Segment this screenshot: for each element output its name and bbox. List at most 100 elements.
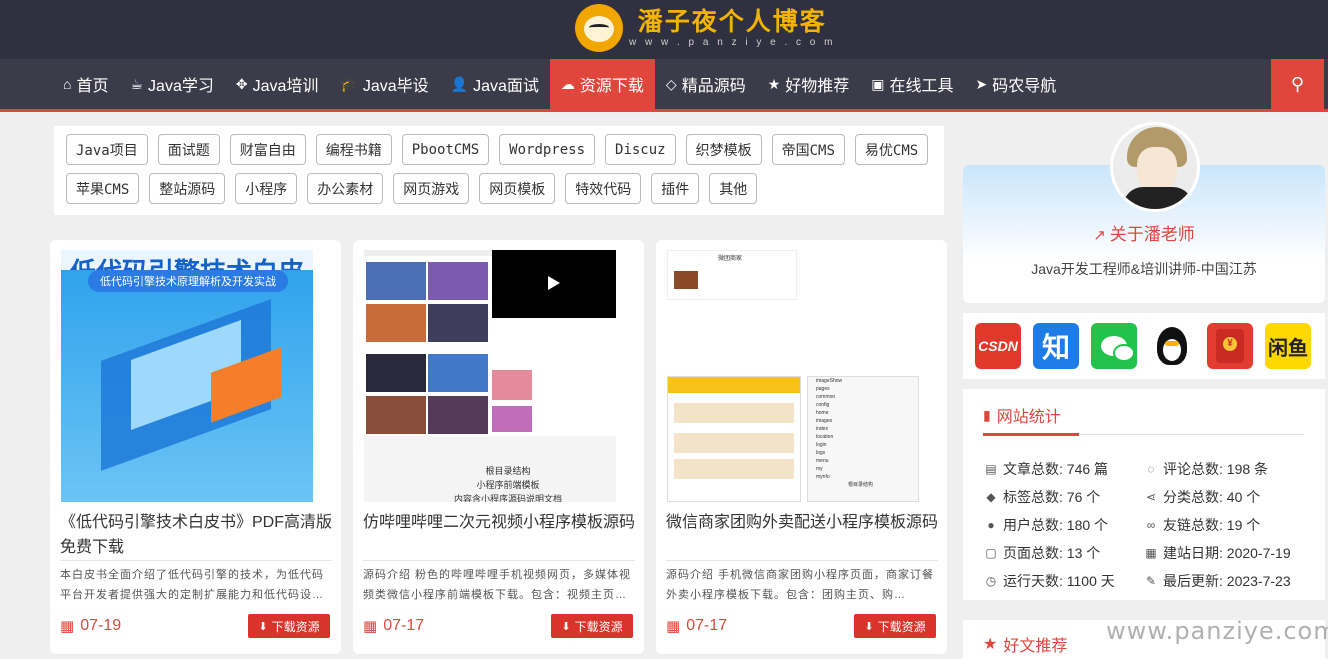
tag-full-site-source[interactable]: 整站源码 xyxy=(149,173,226,204)
nav-item-premium-source[interactable]: ◇ 精品源码 xyxy=(655,59,757,109)
external-link-icon: ↗ xyxy=(1093,227,1106,244)
stats-heading: ▮ 网站统计 xyxy=(983,406,1061,427)
nav-item-java-training[interactable]: ✥ Java培训 xyxy=(225,59,330,109)
star-icon: ★ xyxy=(767,75,781,92)
download-icon: ⬇ xyxy=(864,620,874,633)
tag-discuz[interactable]: Discuz xyxy=(605,134,676,165)
watermark: www.panziye.com xyxy=(1106,617,1328,645)
card-excerpt: 源码介绍 手机微信商家团购小程序页面，商家订餐外卖小程序模板下载。包含：团购主页… xyxy=(666,569,935,601)
card-date: ▦ 07-17 xyxy=(666,617,728,635)
tag-effect-code[interactable]: 特效代码 xyxy=(565,173,642,204)
thumb-caption: 根目录结构 小程序前端模板 内容含小程序源码说明文档 xyxy=(454,466,563,502)
about-link[interactable]: ↗ 关于潘老师 xyxy=(963,220,1325,245)
nav-item-java-interview[interactable]: 👤 Java面试 xyxy=(440,59,550,109)
download-button[interactable]: ⬇ 下载资源 xyxy=(551,614,633,638)
briefcase-icon: ▣ xyxy=(871,75,885,92)
tag-java-projects[interactable]: Java项目 xyxy=(66,134,148,165)
stat-item: ▢ 页面总数: 13 个 xyxy=(983,543,1100,563)
tag-empire-cms[interactable]: 帝国CMS xyxy=(771,134,845,165)
graduation-cap-icon: 🎓 xyxy=(340,75,358,92)
users-icon: ● xyxy=(987,518,995,532)
tag-mini-program[interactable]: 小程序 xyxy=(235,173,298,204)
file-tree: imageShow pages common config home image… xyxy=(807,376,919,502)
recommend-heading: ★ 好文推荐 xyxy=(983,636,1068,655)
divider xyxy=(363,560,635,561)
nav-item-java-graduation[interactable]: 🎓 Java毕设 xyxy=(329,59,439,109)
tag-programming-books[interactable]: 编程书籍 xyxy=(315,134,392,165)
stat-item: ∞ 友链总数: 19 个 xyxy=(1143,515,1261,535)
card-thumbnail[interactable]: 低代码引擎技术白皮书 低代码引擎技术原理解析及开发实战 xyxy=(61,250,313,502)
qq-icon[interactable] xyxy=(1149,323,1195,369)
stat-item: ◌ 评论总数: 198 条 xyxy=(1143,459,1268,479)
comments-icon: ◌ xyxy=(1147,462,1155,476)
search-icon: ⚲ xyxy=(1290,73,1305,94)
tag-pbootcms[interactable]: PbootCMS xyxy=(401,134,490,165)
calendar-icon: ▦ xyxy=(666,618,681,635)
nav-item-home[interactable]: ⌂ 首页 xyxy=(52,59,119,109)
stat-item: ● 用户总数: 180 个 xyxy=(983,515,1108,535)
tag-dede-templates[interactable]: 织梦模板 xyxy=(685,134,762,165)
download-button[interactable]: ⬇ 下载资源 xyxy=(248,614,330,638)
nav-item-resource-download[interactable]: ☁ 资源下载 xyxy=(549,59,655,109)
coffee-icon: ☕ xyxy=(130,75,144,92)
thumb-title: 低代码引擎技术白皮书 xyxy=(61,250,313,270)
wechat-icon[interactable] xyxy=(1091,323,1137,369)
nav-item-good-stuff[interactable]: ★ 好物推荐 xyxy=(757,59,861,109)
divider xyxy=(666,560,938,561)
crosshair-icon: ✥ xyxy=(235,75,248,92)
diamond-icon: ◇ xyxy=(665,75,677,92)
thumb-header: 微团商家 xyxy=(667,250,797,300)
user-icon: 👤 xyxy=(450,75,469,92)
tag-web-templates[interactable]: 网页模板 xyxy=(479,173,556,204)
site-header: 潘子夜个人博客 w w w . p a n z i y e . c o m xyxy=(0,0,1328,59)
avatar[interactable] xyxy=(1110,122,1200,212)
home-icon: ⌂ xyxy=(63,76,72,92)
card-thumbnail[interactable]: 根目录结构 小程序前端模板 内容含小程序源码说明文档 xyxy=(364,250,616,502)
download-icon: ⬇ xyxy=(258,620,268,633)
thumb-subtitle: 低代码引擎技术原理解析及开发实战 xyxy=(88,270,288,292)
card-excerpt: 源码介绍 粉色的哔哩哔哩手机视频网页，多媒体视频类微信小程序前端模板下载。包含：… xyxy=(363,569,632,601)
resource-card: 微团商家 imageShow pages common config home … xyxy=(656,240,947,654)
file-icon: ▢ xyxy=(985,546,997,560)
profile-bio: Java开发工程师&培训讲师-中国江苏 xyxy=(1031,261,1257,277)
phone-mockup xyxy=(667,376,801,502)
card-title[interactable]: 微信商家团购外卖配送小程序模板源码 xyxy=(666,510,938,535)
red-packet-icon[interactable] xyxy=(1207,323,1253,369)
download-button[interactable]: ⬇ 下载资源 xyxy=(854,614,936,638)
tag-apple-cms[interactable]: 苹果CMS xyxy=(66,173,140,204)
tag-plugins[interactable]: 插件 xyxy=(651,173,700,204)
tag-web-games[interactable]: 网页游戏 xyxy=(393,173,470,204)
tag-office-material[interactable]: 办公素材 xyxy=(307,173,384,204)
nav-item-java-learning[interactable]: ☕ Java学习 xyxy=(119,59,224,109)
divider xyxy=(983,433,1304,436)
zhihu-icon[interactable]: 知 xyxy=(1033,323,1079,369)
stat-item: ⋖ 分类总数: 40 个 xyxy=(1143,487,1260,507)
star-icon: ★ xyxy=(983,636,998,653)
nav-item-online-tools[interactable]: ▣ 在线工具 xyxy=(860,59,964,109)
calendar-icon: ▦ xyxy=(60,618,75,635)
tag-wordpress[interactable]: Wordpress xyxy=(499,134,596,165)
nav-item-dev-nav[interactable]: ➤ 码农导航 xyxy=(965,59,1068,109)
tag-icon: ◆ xyxy=(986,490,996,504)
card-excerpt: 本白皮书全面介绍了低代码引擎的技术，为低代码平台开发者提供强大的定制扩展能力和低… xyxy=(60,569,324,601)
tag-financial-freedom[interactable]: 财富自由 xyxy=(229,134,306,165)
tag-eyou-cms[interactable]: 易优CMS xyxy=(854,134,929,165)
video-player xyxy=(492,250,616,318)
xianyu-icon[interactable]: 闲鱼 xyxy=(1265,323,1311,369)
divider xyxy=(60,560,332,561)
csdn-icon[interactable]: CSDN xyxy=(975,323,1021,369)
clock-icon: ◷ xyxy=(985,574,997,588)
tag-interview-questions[interactable]: 面试题 xyxy=(157,134,220,165)
site-logo[interactable]: 潘子夜个人博客 w w w . p a n z i y e . c o m xyxy=(575,2,835,54)
tag-other[interactable]: 其他 xyxy=(709,173,758,204)
card-title[interactable]: 《低代码引擎技术白皮书》PDF高清版免费下载 xyxy=(60,510,332,560)
search-button[interactable]: ⚲ xyxy=(1271,59,1324,109)
download-icon: ⬇ xyxy=(561,620,571,633)
resource-card: 根目录结构 小程序前端模板 内容含小程序源码说明文档 仿哔哩哔哩二次元视频小程序… xyxy=(353,240,644,654)
site-subtitle: w w w . p a n z i y e . c o m xyxy=(629,37,836,48)
card-title[interactable]: 仿哔哩哔哩二次元视频小程序模板源码 xyxy=(363,510,635,535)
card-thumbnail[interactable]: 微团商家 imageShow pages common config home … xyxy=(667,250,919,502)
stat-item: ✎ 最后更新: 2023-7-23 xyxy=(1143,571,1291,591)
stat-item: ◆ 标签总数: 76 个 xyxy=(983,487,1100,507)
resource-card: 低代码引擎技术白皮书 低代码引擎技术原理解析及开发实战 《低代码引擎技术白皮书》… xyxy=(50,240,341,654)
